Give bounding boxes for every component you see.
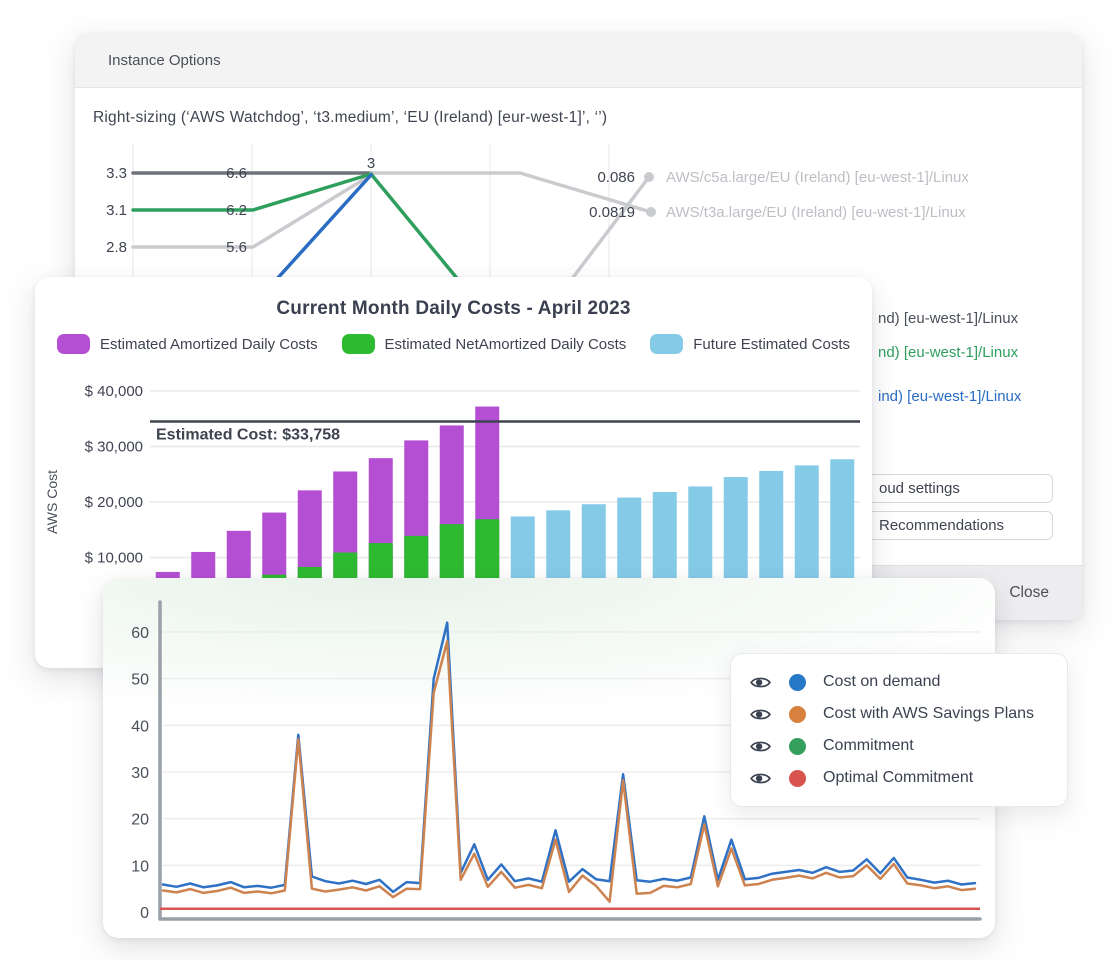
future-label: Future Estimated Costs xyxy=(693,336,850,353)
series-color-dot xyxy=(789,738,806,755)
axis-tick: 0.086 xyxy=(597,169,635,186)
future-swatch xyxy=(650,334,683,354)
recommendations-button-label: Recommendations xyxy=(879,517,1004,534)
axis-tick: 5.6 xyxy=(226,239,247,256)
legend-row-commitment[interactable]: Commitment xyxy=(749,730,1049,762)
screen: Instance Options Right-sizing (‘AWS Watc… xyxy=(0,0,1116,960)
series-label: Cost with AWS Savings Plans xyxy=(823,705,1034,723)
instance-label: AWS/t3a.large/EU (Ireland) [eu-west-1]/L… xyxy=(666,204,966,221)
instance-label-clipped: ind) [eu-west-1]/Linux xyxy=(878,388,1022,405)
y-axis-tick: 60 xyxy=(131,625,149,642)
close-button[interactable]: Close xyxy=(1009,584,1049,602)
label-dot xyxy=(644,172,654,182)
visibility-eye-icon[interactable] xyxy=(749,771,772,786)
instance-label-clipped: nd) [eu-west-1]/Linux xyxy=(878,310,1019,327)
instance-label: AWS/c5a.large/EU (Ireland) [eu-west-1]/L… xyxy=(666,169,969,186)
legend-row-cost-on-demand[interactable]: Cost on demand xyxy=(749,666,1049,698)
axis-tick: 0.0819 xyxy=(589,204,635,221)
y-axis-tick: 40 xyxy=(131,718,149,735)
cloud-settings-button-label: oud settings xyxy=(879,480,960,497)
axis-tick: 3.3 xyxy=(106,165,127,182)
legend-item-amortized[interactable]: Estimated Amortized Daily Costs xyxy=(57,334,318,354)
axis-tick: 2.8 xyxy=(106,239,127,256)
y-axis-tick: $ 40,000 xyxy=(85,383,143,400)
series-label: Optimal Commitment xyxy=(823,769,973,787)
dialog-header: Instance Options xyxy=(75,33,1082,88)
y-axis-tick: $ 10,000 xyxy=(85,550,143,567)
daily-costs-legend: Estimated Amortized Daily Costs Estimate… xyxy=(35,334,872,354)
estimated-cost-annotation: Estimated Cost: $33,758 xyxy=(156,427,340,444)
parallel-line-gray-b xyxy=(565,177,649,288)
legend-item-netamortized[interactable]: Estimated NetAmortized Daily Costs xyxy=(342,334,627,354)
instance-label-clipped: nd) [eu-west-1]/Linux xyxy=(878,344,1019,361)
visibility-eye-icon[interactable] xyxy=(749,675,772,690)
series-color-dot xyxy=(789,706,806,723)
y-axis-tick: 0 xyxy=(140,905,149,922)
series-color-dot xyxy=(789,770,806,787)
parallel-line-green-option xyxy=(133,174,465,288)
visibility-eye-icon[interactable] xyxy=(749,707,772,722)
netamortized-swatch xyxy=(342,334,375,354)
y-axis-tick: 50 xyxy=(131,672,149,689)
rightsizing-chart-title: Right-sizing (‘AWS Watchdog’, ‘t3.medium… xyxy=(93,109,607,127)
visibility-eye-icon[interactable] xyxy=(749,739,772,754)
axis-tick: 6.6 xyxy=(226,165,247,182)
y-axis-title: AWS Cost xyxy=(44,470,60,534)
label-dot xyxy=(646,207,656,217)
axis-tick: 3 xyxy=(367,155,375,172)
series-label: Cost on demand xyxy=(823,673,940,691)
dialog-title: Instance Options xyxy=(108,52,221,69)
netamortized-label: Estimated NetAmortized Daily Costs xyxy=(385,336,627,353)
y-axis-tick: 10 xyxy=(131,858,149,875)
amortized-swatch xyxy=(57,334,90,354)
y-axis-tick: 20 xyxy=(131,812,149,829)
series-legend: Cost on demand Cost with AWS Savings Pla… xyxy=(730,653,1068,807)
y-axis-tick: $ 30,000 xyxy=(85,439,143,456)
daily-costs-title: Current Month Daily Costs - April 2023 xyxy=(35,298,872,320)
legend-item-future[interactable]: Future Estimated Costs xyxy=(650,334,850,354)
axis-tick: 3.1 xyxy=(106,202,127,219)
amortized-label: Estimated Amortized Daily Costs xyxy=(100,336,318,353)
y-axis-tick: $ 20,000 xyxy=(85,494,143,511)
series-color-dot xyxy=(789,674,806,691)
legend-row-savings-plans[interactable]: Cost with AWS Savings Plans xyxy=(749,698,1049,730)
y-axis-tick: 30 xyxy=(131,765,149,782)
axis-tick: 6.2 xyxy=(226,202,247,219)
legend-row-optimal-commitment[interactable]: Optimal Commitment xyxy=(749,762,1049,794)
series-label: Commitment xyxy=(823,737,914,755)
